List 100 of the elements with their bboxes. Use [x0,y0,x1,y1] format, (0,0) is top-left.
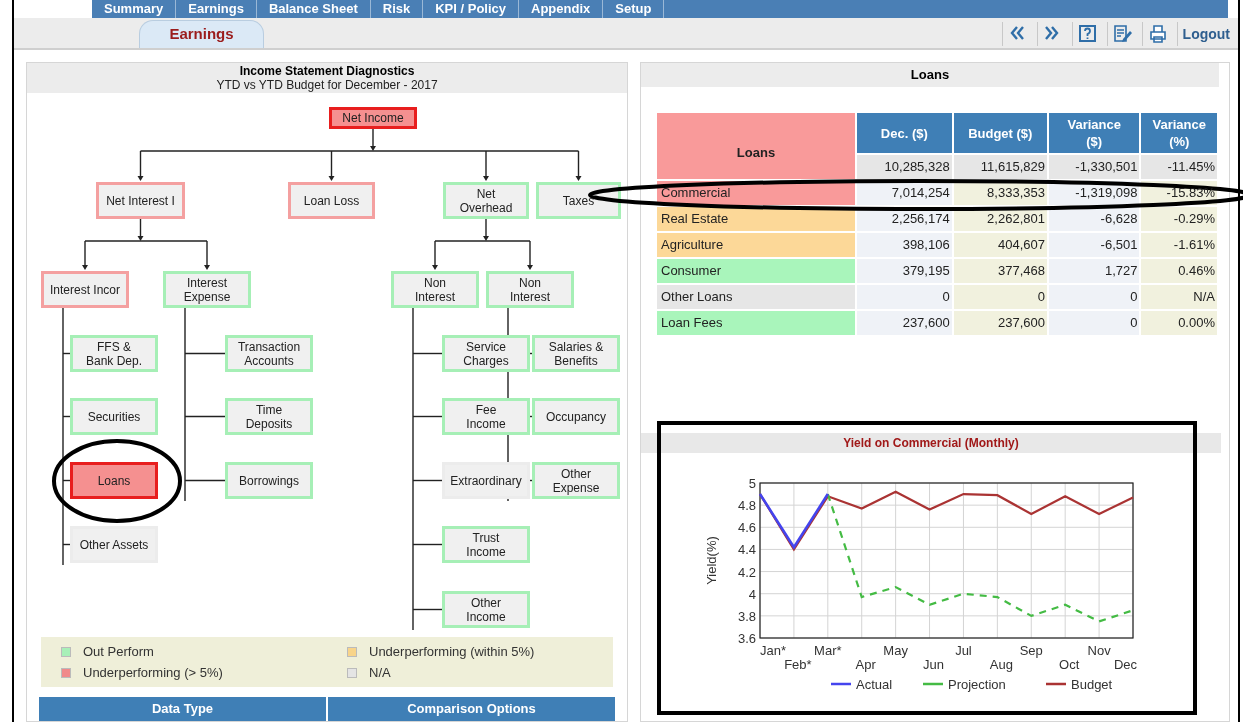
x-tick-label: Mar* [814,643,842,658]
x-tick-label: Apr [855,657,876,672]
table-cell: 10,285,328 [857,155,952,179]
tree-node[interactable]: Loan Loss [288,182,375,219]
connector-arrow [82,240,88,270]
table-cell: 1,727 [1048,259,1140,283]
tree-node[interactable]: Transaction Accounts [225,335,313,372]
section-header: Comparison Options [328,697,615,721]
panel-title: Loans [641,63,1219,87]
legend-label: Out Perform [83,642,154,661]
table-cell: 0 [857,285,952,309]
table-row-label: Loan Fees [657,311,855,335]
table-cell: 0.00% [1141,311,1217,335]
connector-arrow [575,150,582,181]
chart-title: Yield on Commercial (Monthly) [641,433,1221,453]
x-tick-label: Oct [1059,657,1080,672]
help-icon[interactable] [1077,24,1098,44]
x-tick-label: Aug [989,657,1013,672]
table-cell: 237,600 [953,311,1047,335]
y-tick-label: 5 [748,476,756,491]
table-cell: 377,468 [953,259,1047,283]
tree-node[interactable]: Other Assets [70,526,158,563]
tree-node[interactable]: Loans [70,462,158,499]
table-row-label: Other Loans [657,285,855,309]
tree-node[interactable]: Net Income [329,107,417,129]
legend-label: N/A [369,663,391,682]
table-cell: -6,501 [1048,233,1140,257]
x-tick-label: Feb* [784,657,812,672]
legend-label: Underperforming (within 5%) [369,642,535,661]
table-cell: 7,014,254 [857,181,952,205]
table-row-label: Consumer [657,259,855,283]
x-tick-label: May [883,643,908,658]
panel-title: Income Statement Diagnostics [239,64,415,78]
tree-node[interactable]: Time Deposits [225,398,313,435]
tree-node[interactable]: Trust Income [442,526,530,563]
tree-node[interactable]: Salaries & Benefits [532,335,620,372]
table-cell: N/A [1141,285,1217,309]
table-cell: -0.29% [1141,207,1217,231]
column-header: Budget ($) [953,113,1047,153]
column-header: Variance ($) [1048,113,1140,153]
legend-label: Budget [1071,677,1113,692]
x-tick-label: Sep [1019,643,1043,658]
table-row-label: Agriculture [657,233,855,257]
y-tick-label: 4.4 [737,542,756,558]
tree-node[interactable]: Non Interest [391,271,479,308]
column-header: Variance (%) [1141,113,1217,153]
y-axis-label: Yield(%) [704,536,719,585]
connector-arrow [527,240,533,270]
tree-node[interactable]: FFS & Bank Dep. [70,335,158,372]
tree-node[interactable]: Net Overhead [443,182,529,219]
y-tick-label: 3.6 [737,631,756,646]
column-header: Dec. ($) [857,113,952,153]
legend-label: Projection [948,677,1006,692]
tree-node[interactable]: Fee Income [442,398,530,435]
y-tick-label: 3.8 [737,608,756,624]
table-header-cell: Loans [657,113,855,179]
x-tick-label: Nov [1087,643,1111,658]
tree-node[interactable]: Interest Incor [41,271,129,308]
tree-node[interactable]: Other Expense [532,462,620,499]
tree-node[interactable]: Extraordinary [442,462,530,499]
connector-arrow [432,240,438,270]
table-cell: -1,330,501 [1048,155,1140,179]
connector-arrow [483,218,489,241]
y-tick-label: 4.8 [737,498,756,514]
table-cell: -11.45% [1141,155,1217,179]
table-cell: 0 [1048,285,1140,309]
connector-arrow [137,150,144,181]
logout-link[interactable]: Logout [1176,22,1230,46]
section-header: Data Type [39,697,326,721]
x-tick-label: Dec [1113,657,1137,672]
table-cell: 404,607 [953,233,1047,257]
table-cell: 11,615,829 [953,155,1047,179]
tree-node[interactable]: Taxes [536,182,621,219]
connector-arrow [328,150,335,181]
x-tick-label: Jul [955,643,972,658]
tree-node[interactable]: Occupancy [532,398,620,435]
x-tick-label: Jun [923,657,945,672]
tree-node[interactable]: Securities [70,398,158,435]
table-cell: 379,195 [857,259,952,283]
edit-document-icon[interactable] [1112,24,1133,44]
table-row-label: Real Estate [657,207,855,231]
connector-arrow [204,240,210,270]
sub-tab[interactable]: Earnings [139,20,264,48]
tree-node[interactable]: Non Interest [486,271,574,308]
tree-node[interactable]: Service Charges [442,335,530,372]
table-cell: 237,600 [857,311,952,335]
y-tick-label: 4 [748,586,756,602]
connector-arrow [483,150,489,181]
tree-node[interactable]: Borrowings [225,462,313,499]
tree-node[interactable]: Interest Expense [163,271,251,308]
tree-node[interactable]: Other Income [442,591,530,628]
y-tick-label: 4.6 [737,520,756,536]
tree-node[interactable]: Net Interest I [96,182,185,219]
print-icon[interactable] [1147,24,1168,44]
legend-label: Underperforming (> 5%) [83,663,223,682]
table-cell: 398,106 [857,233,952,257]
table-cell: 0 [1048,311,1140,335]
table-cell: 0.46% [1141,259,1217,283]
y-tick-label: 4.2 [737,564,756,580]
connector-arrow [370,128,376,151]
